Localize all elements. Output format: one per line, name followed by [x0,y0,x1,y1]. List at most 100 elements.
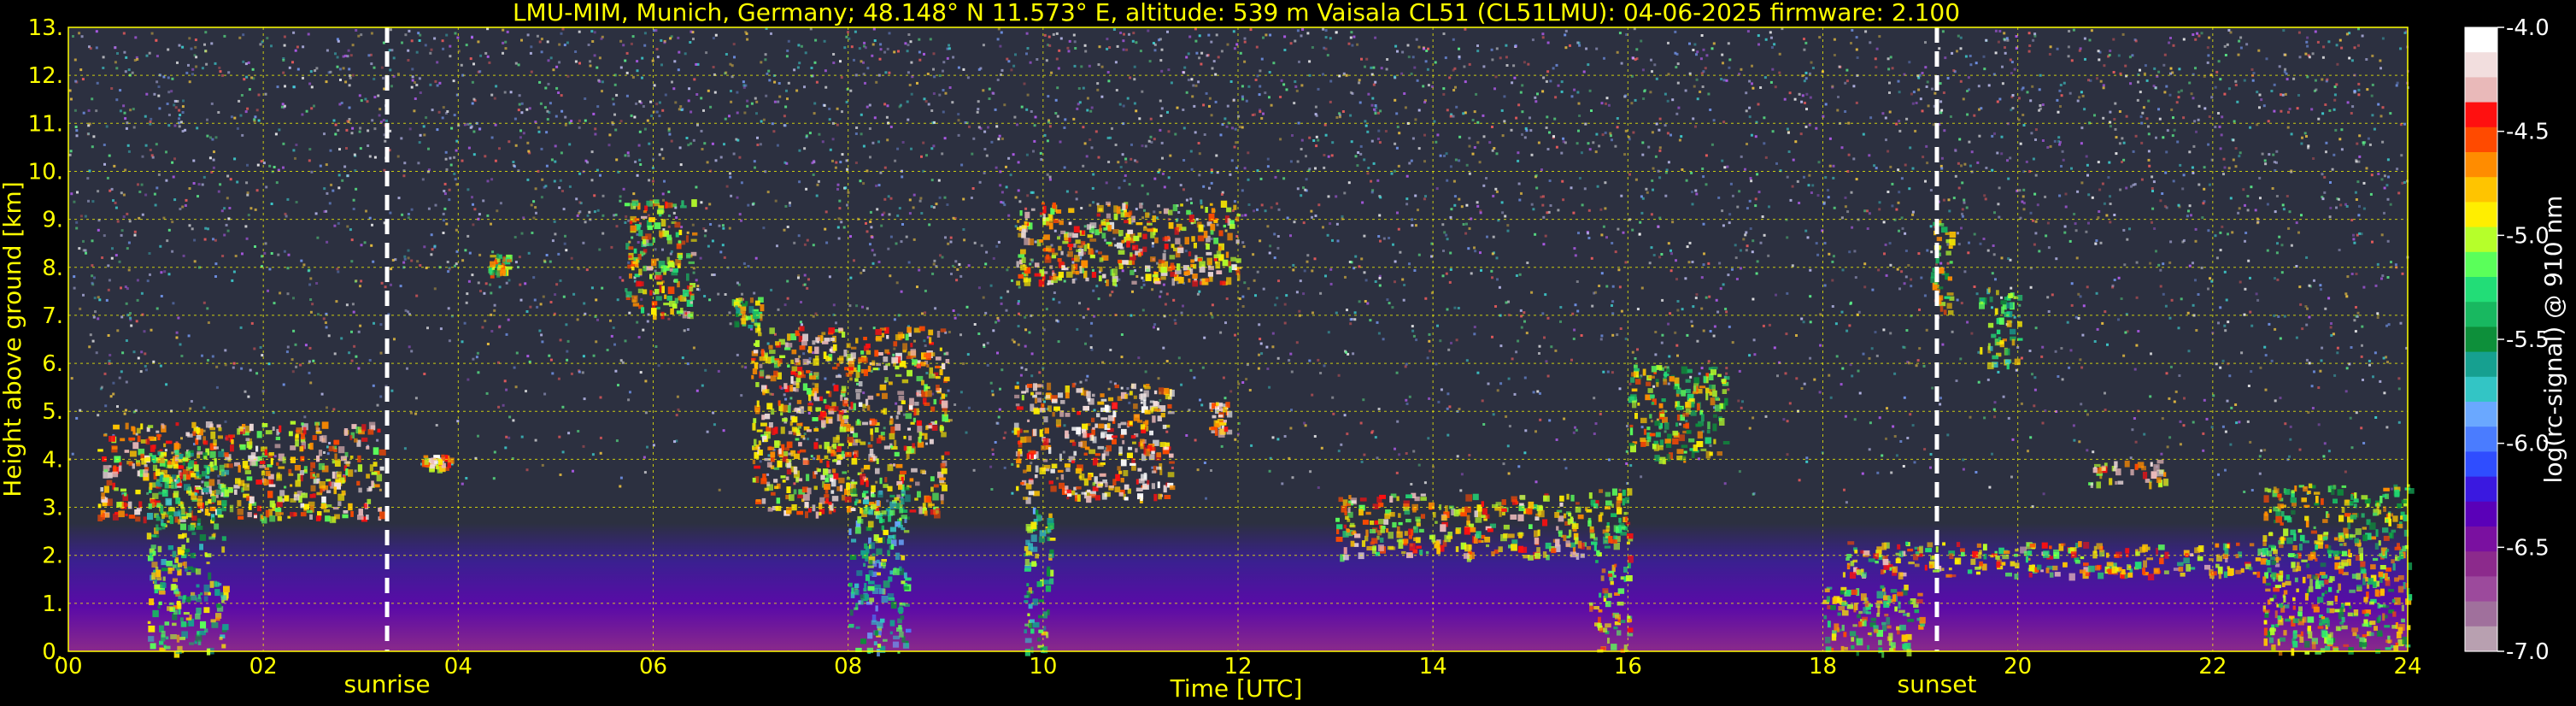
noise-speck [2087,193,2091,197]
noise-speck [282,166,285,169]
noise-speck [824,210,828,214]
noise-speck [1661,298,1664,302]
noise-speck [918,38,921,41]
noise-speck [557,252,560,256]
noise-speck [485,391,489,395]
noise-speck [423,133,426,137]
noise-speck [1346,309,1348,312]
noise-speck [1552,67,1555,70]
noise-speck [895,242,898,245]
noise-speck [725,53,728,56]
noise-speck [1560,151,1564,155]
noise-speck [1572,338,1576,340]
noise-speck [2350,112,2353,115]
noise-speck [883,197,887,201]
noise-speck [1395,112,1399,115]
noise-speck [472,62,475,66]
noise-speck [1443,154,1446,157]
noise-speck [1722,121,1726,124]
noise-speck [360,244,363,247]
noise-speck [695,93,699,96]
noise-speck [1517,159,1520,162]
noise-speck [1904,250,1908,252]
noise-speck [393,338,396,341]
noise-speck [423,245,426,249]
noise-speck [838,207,842,210]
noise-speck [1734,256,1738,260]
noise-speck [2358,155,2362,158]
noise-speck [1628,382,1632,385]
noise-speck [818,132,821,136]
noise-speck [1878,208,1881,211]
noise-speck [983,148,987,150]
noise-speck [1349,322,1353,326]
noise-speck [188,224,191,227]
noise-speck [1427,84,1430,87]
noise-speck [1705,183,1708,186]
noise-speck [286,292,290,296]
noise-speck [677,68,680,72]
noise-speck [247,214,250,217]
noise-speck [1845,501,1848,504]
noise-speck [1723,166,1727,169]
noise-speck [1549,79,1552,83]
noise-speck [326,191,329,195]
noise-speck [946,203,949,206]
noise-speck [1991,272,1994,275]
noise-speck [91,97,94,101]
noise-speck [656,56,660,59]
noise-speck [2158,117,2162,121]
noise-speck [831,159,834,162]
noise-speck [1091,186,1094,190]
noise-speck [219,183,222,186]
noise-speck [2311,52,2315,56]
noise-speck [1352,352,1355,356]
noise-speck [700,201,703,204]
noise-speck [1499,56,1502,60]
noise-speck [721,224,725,227]
noise-speck [125,126,128,130]
noise-speck [725,71,728,74]
noise-speck [2203,398,2206,402]
noise-speck [499,202,502,205]
noise-speck [1816,253,1820,256]
noise-speck [526,33,530,37]
noise-speck [1918,308,1921,311]
noise-speck [1210,181,1213,185]
noise-speck [1017,302,1020,305]
noise-speck [139,370,143,374]
noise-speck [701,148,704,150]
noise-speck [802,352,806,356]
noise-speck [250,321,254,325]
noise-speck [2191,166,2194,169]
noise-speck [2157,70,2161,74]
noise-speck [1957,162,1960,165]
noise-speck [219,70,222,74]
noise-speck [2143,432,2146,436]
noise-speck [1079,380,1083,384]
noise-speck [747,203,750,207]
noise-speck [1083,142,1087,145]
noise-speck [1459,489,1463,492]
noise-speck [1895,454,1898,457]
noise-speck [2006,159,2009,162]
noise-speck [1499,382,1503,385]
noise-speck [2234,147,2238,150]
noise-speck [582,444,585,448]
noise-speck [2333,374,2337,377]
noise-speck [1012,153,1015,156]
noise-speck [2091,196,2094,199]
noise-speck [2380,178,2384,181]
noise-speck [991,448,995,451]
noise-speck [171,250,174,253]
noise-speck [1919,97,1922,101]
noise-speck [1707,92,1710,96]
noise-speck [553,179,556,183]
noise-speck [1276,438,1280,441]
noise-speck [355,29,358,32]
noise-speck [1786,420,1789,423]
noise-speck [528,107,531,110]
noise-speck [2376,316,2379,319]
noise-speck [126,144,130,147]
noise-speck [2305,135,2308,138]
